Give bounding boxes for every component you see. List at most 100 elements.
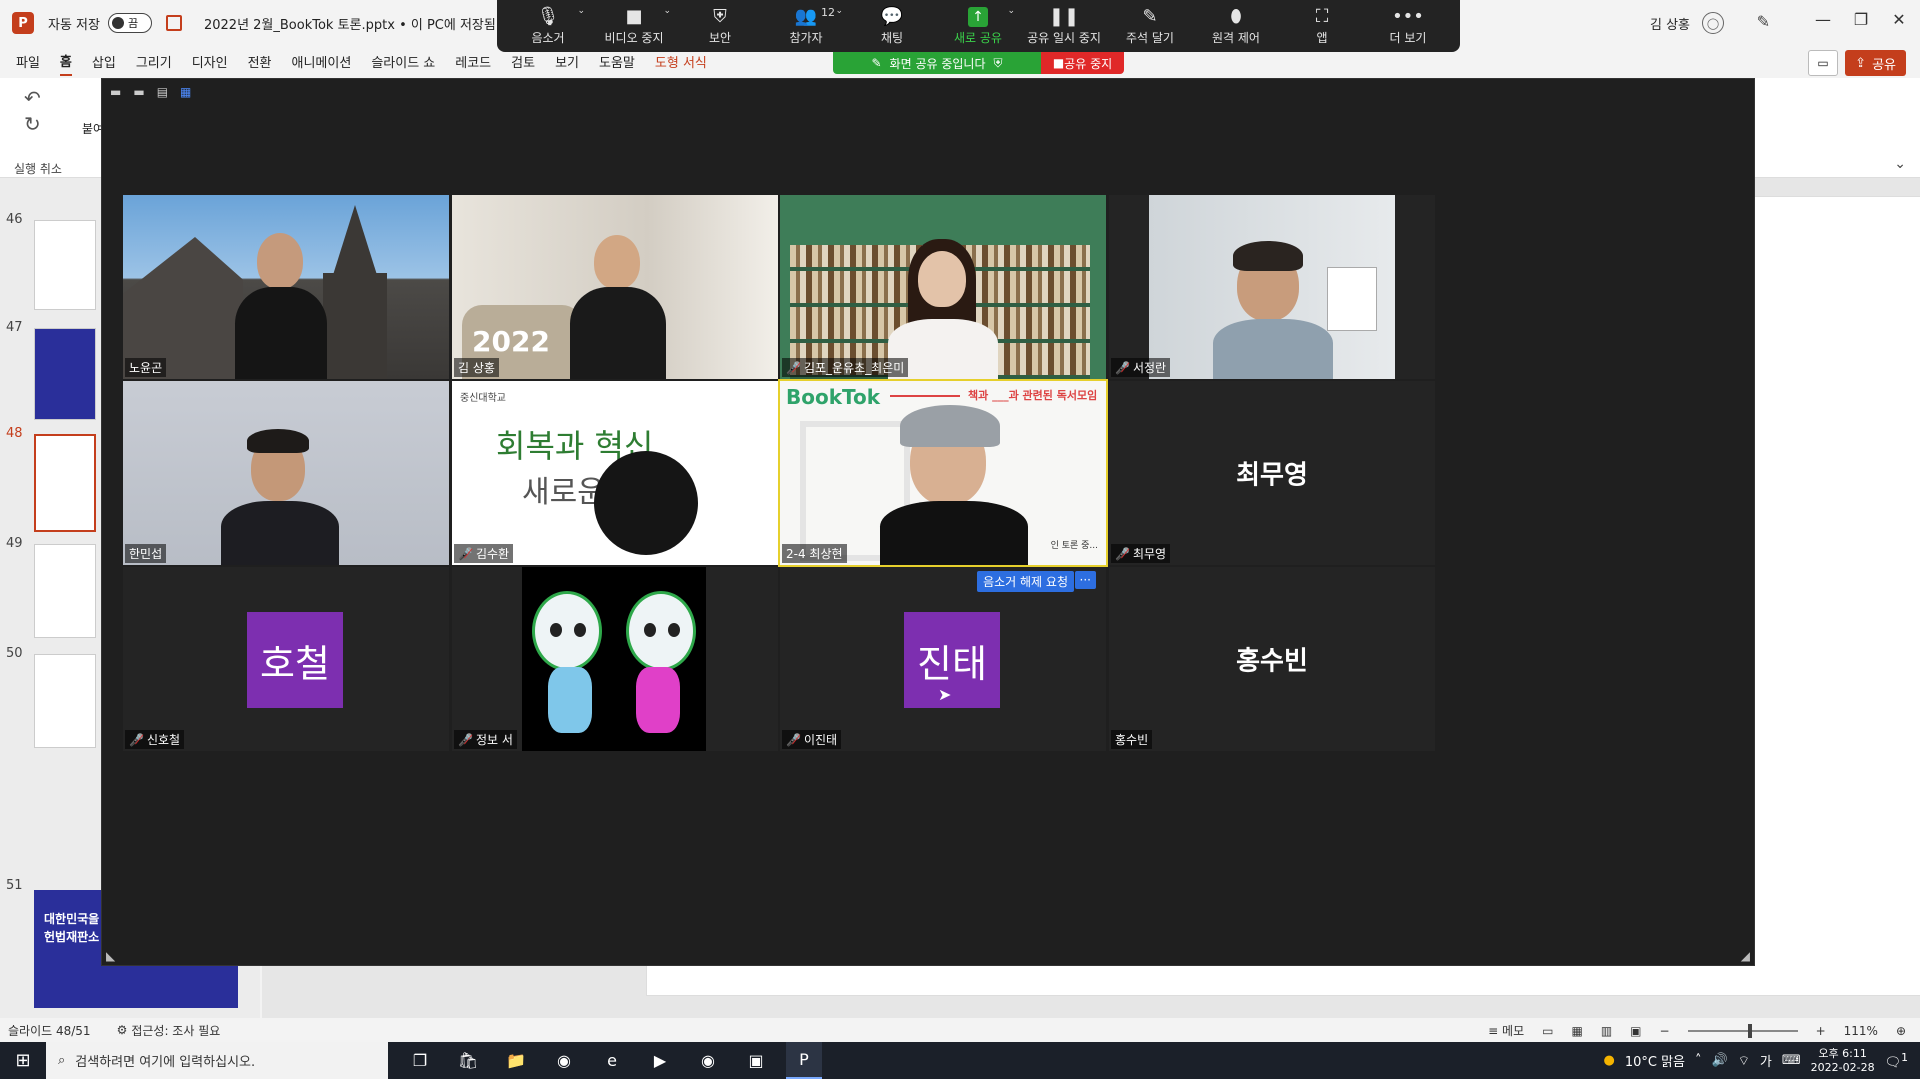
tile-more-button[interactable]: ··· (1074, 571, 1096, 589)
tab-slideshow[interactable]: 슬라이드 쇼 (371, 48, 435, 75)
document-title[interactable]: 2022년 2월_BookTok 토론.pptx • 이 PC에 저장됨 (204, 14, 496, 33)
minimize-view-icon[interactable]: ▬ (110, 85, 121, 99)
save-icon[interactable] (165, 15, 182, 31)
ime-indicator[interactable]: 가 (1760, 1051, 1772, 1070)
mute-button[interactable]: 🎙 음소거 ⌄ (505, 0, 591, 52)
participant-tile[interactable]: 🎤̸ 김포_운유초_최은미 (780, 195, 1106, 379)
share-button[interactable]: ⇪ 공유 (1845, 50, 1906, 76)
apps-button[interactable]: ⛶ 앱 (1279, 0, 1365, 52)
participant-tile[interactable]: 2022 김 상홍 (452, 195, 778, 379)
slide-thumbnail-49[interactable] (34, 544, 96, 638)
accessibility-status[interactable]: ⚙ 접근성: 조사 필요 (117, 1022, 221, 1039)
gallery-view-icon[interactable]: ▦ (180, 85, 191, 99)
chrome-icon[interactable]: ◉ (546, 1042, 582, 1079)
chrome-icon[interactable]: ◉ (690, 1042, 726, 1079)
annotate-button[interactable]: ✎ 주석 달기 (1107, 0, 1193, 52)
participant-tile[interactable]: 노윤곤 (123, 195, 449, 379)
participants-icon: 👥 (794, 5, 818, 27)
slide-thumbnail-46[interactable] (34, 220, 96, 310)
file-explorer-icon[interactable]: 📁 (498, 1042, 534, 1079)
fit-slide-icon[interactable]: ⊕ (1896, 1024, 1906, 1038)
tray-chevron-icon[interactable]: ˄ (1695, 1053, 1702, 1068)
keyboard-icon[interactable]: ⌨ (1782, 1053, 1801, 1068)
weather-text[interactable]: 10°C 맑음 (1625, 1051, 1685, 1070)
zoom-out-icon[interactable]: − (1660, 1024, 1670, 1038)
tab-design[interactable]: 디자인 (192, 48, 228, 75)
normal-view-icon[interactable]: ▭ (1542, 1024, 1553, 1038)
restore-icon[interactable]: ❐ (1846, 10, 1876, 29)
autosave-toggle[interactable]: 자동 저장 끔 (48, 13, 152, 33)
app-icon[interactable]: ▣ (738, 1042, 774, 1079)
new-share-button[interactable]: ↑ 새로 공유 ⌄ (935, 0, 1021, 52)
unmute-request-button[interactable]: 음소거 해제 요청 (977, 571, 1074, 592)
participant-tile[interactable]: 음소거 해제 요청 ··· 진태 ➤ 🎤̸ 이진태 (780, 567, 1106, 751)
resize-handle-icon[interactable]: ◢ (1741, 949, 1750, 963)
store-icon[interactable]: 🛍 (450, 1042, 486, 1079)
chat-button[interactable]: 💬 채팅 (849, 0, 935, 52)
tab-record[interactable]: 레코드 (455, 48, 491, 75)
pause-share-button[interactable]: ❚❚ 공유 일시 중지 (1021, 0, 1107, 52)
zoom-app-icon[interactable]: ▶ (642, 1042, 678, 1079)
slideshow-view-icon[interactable]: ▣ (1630, 1024, 1641, 1038)
clock[interactable]: 오후 6:11 2022-02-28 (1811, 1047, 1875, 1075)
more-button[interactable]: ••• 더 보기 (1365, 0, 1451, 52)
participant-name: 🎤̸ 정보 서 (454, 730, 517, 749)
zoom-slider[interactable] (1687, 1023, 1798, 1038)
participant-tile[interactable]: 최무영 🎤̸ 최무영 (1109, 381, 1435, 565)
stop-share-button[interactable]: ■ 공유 중지 (1041, 52, 1124, 74)
slide-thumbnail-47[interactable] (34, 328, 96, 420)
strip-view-icon[interactable]: ▤ (157, 85, 168, 99)
school-slogan-2: 새로운 (522, 475, 605, 510)
tab-home[interactable]: 홈 (59, 47, 72, 76)
slide-thumbnail-48[interactable] (34, 434, 96, 532)
stop-video-button[interactable]: ■ 비디오 중지 ⌄ (591, 0, 677, 52)
screen-sharing-banner[interactable]: ✎ 화면 공유 중입니다 ⛨ (833, 52, 1041, 74)
network-icon[interactable]: ⌔ (1738, 1053, 1750, 1069)
participant-tile[interactable]: 🎤̸ 정보 서 (452, 567, 778, 751)
ribbon-collapse-icon[interactable]: ⌄ (1894, 156, 1906, 172)
participant-tile-active-speaker[interactable]: BookTok 책과 ___과 관련된 독서모임 인 토론 중... 2-4 최… (778, 379, 1108, 567)
autosave-switch[interactable]: 끔 (107, 13, 152, 33)
booktok-subtitle: 책과 ___과 관련된 독서모임 (968, 389, 1098, 402)
minimize-icon[interactable]: — (1808, 10, 1838, 29)
tab-file[interactable]: 파일 (16, 48, 40, 75)
resize-handle-icon[interactable]: ◣ (106, 949, 115, 963)
participant-tile[interactable]: 호철 🎤̸ 신호철 (123, 567, 449, 751)
comments-button[interactable]: ▭ (1808, 50, 1838, 76)
designer-pen-icon[interactable]: ✎ (1757, 12, 1770, 31)
participants-button[interactable]: 👥 참가자 12 ⌄ (763, 0, 849, 52)
caret-icon: ⌄ (1007, 6, 1015, 16)
notes-button[interactable]: ≡ 메모 (1488, 1022, 1524, 1039)
edge-icon[interactable]: e (594, 1042, 630, 1079)
task-view-icon[interactable]: ❐ (402, 1042, 438, 1079)
participant-tile[interactable]: 홍수빈 홍수빈 (1109, 567, 1435, 751)
undo-icon[interactable]: ↶ (24, 86, 41, 110)
tab-transitions[interactable]: 전환 (248, 48, 272, 75)
sorter-view-icon[interactable]: ▦ (1571, 1024, 1582, 1038)
share-label: 공유 (1872, 57, 1896, 73)
reading-view-icon[interactable]: ▥ (1601, 1024, 1612, 1038)
redo-icon[interactable]: ↻ (24, 112, 41, 136)
zoom-in-icon[interactable]: + (1816, 1024, 1826, 1038)
participant-tile[interactable]: 한민섭 (123, 381, 449, 565)
remote-control-button[interactable]: ⬮ 원격 제어 (1193, 0, 1279, 52)
volume-icon[interactable]: 🔊 (1712, 1053, 1728, 1068)
zoom-level[interactable]: 111% (1844, 1024, 1878, 1038)
windows-start-icon[interactable]: ⊞ (0, 1042, 46, 1079)
powerpoint-app-icon[interactable]: P (786, 1042, 822, 1079)
user-avatar-icon[interactable]: ◯ (1702, 12, 1724, 34)
tab-draw[interactable]: 그리기 (136, 48, 172, 75)
user-name[interactable]: 김 상홍 (1650, 14, 1690, 33)
slide-thumbnail-50[interactable] (34, 654, 96, 748)
close-icon[interactable]: ✕ (1884, 10, 1914, 29)
notification-icon[interactable]: 🗨1 (1885, 1051, 1908, 1070)
slide-indicator: 슬라이드 48/51 (8, 1023, 91, 1038)
security-button[interactable]: ⛨ 보안 (677, 0, 763, 52)
tab-insert[interactable]: 삽입 (92, 48, 116, 75)
participant-tile[interactable]: 🎤̸ 서정란 (1109, 195, 1435, 379)
chat-icon: 💬 (880, 5, 904, 27)
taskbar-search[interactable]: ⌕ 검색하려면 여기에 입력하십시오. (46, 1042, 388, 1079)
tab-animations[interactable]: 애니메이션 (292, 48, 352, 75)
speaker-view-icon[interactable]: ▬ (133, 85, 144, 99)
participant-tile[interactable]: 중신대학교 회복과 혁신 새로운 🎤̸ 김수환 (452, 381, 778, 565)
